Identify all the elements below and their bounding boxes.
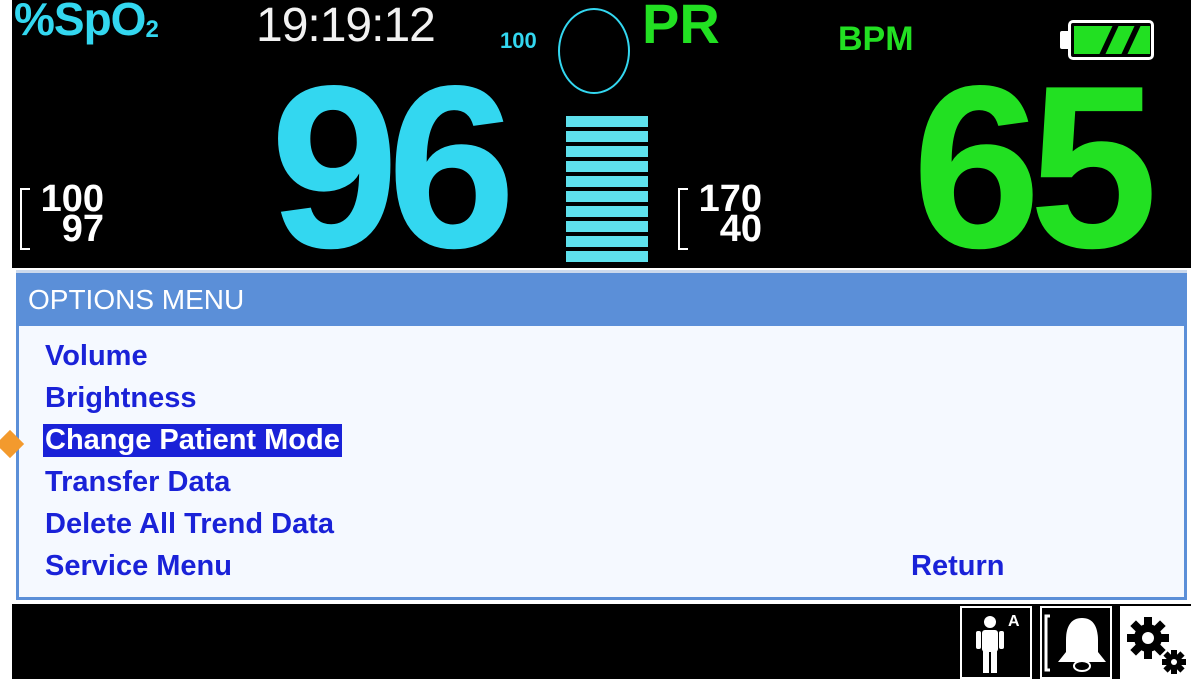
menu-item-change-patient-mode[interactable]: Change Patient Mode: [43, 424, 342, 457]
svg-text:A: A: [1008, 613, 1020, 630]
spo2-value: 96: [270, 38, 516, 297]
menu-header: OPTIONS MENU: [16, 270, 1187, 326]
pulse-bar-segment: [566, 236, 648, 247]
spo2-label: %SpO2: [14, 0, 159, 45]
pulse-bar-segment: [566, 146, 648, 157]
bpm-label: BPM: [838, 20, 914, 58]
pr-label: PR: [642, 0, 720, 55]
pleth-scale-label: 100: [500, 28, 537, 53]
options-menu: OPTIONS MENU Volume Brightness Change Pa…: [12, 268, 1191, 604]
alarm-bell-icon[interactable]: [1040, 606, 1112, 679]
pulse-amplitude-bar: [566, 116, 648, 268]
pulse-indicator-icon: [558, 8, 630, 94]
pulse-bar-segment: [566, 206, 648, 217]
menu-item-transfer-data[interactable]: Transfer Data: [43, 466, 232, 499]
return-button[interactable]: Return: [911, 552, 1004, 581]
pulse-bar-segment: [566, 176, 648, 187]
monitor-screen: %SpO2 19:19:12 100 PR BPM 96 65 100 97 1…: [12, 0, 1191, 679]
menu-body: Volume Brightness Change Patient Mode Tr…: [16, 326, 1187, 600]
spo2-alarm-limits: 100 97: [20, 180, 104, 250]
pulse-bar-segment: [566, 116, 648, 127]
status-bar: A: [12, 604, 1191, 679]
pulse-bar-segment: [566, 191, 648, 202]
limit-bracket-icon: [678, 188, 688, 250]
adult-patient-icon[interactable]: A: [960, 606, 1032, 679]
pulse-bar-segment: [566, 221, 648, 232]
menu-item-brightness[interactable]: Brightness: [43, 382, 198, 415]
limit-bracket-icon: [20, 188, 30, 250]
menu-item-service-menu[interactable]: Service Menu: [43, 550, 234, 583]
menu-item-delete-all-trend-data[interactable]: Delete All Trend Data: [43, 508, 336, 541]
gears-icon[interactable]: [1120, 606, 1191, 679]
pulse-rate-value: 65: [912, 38, 1158, 297]
pulse-bar-segment: [566, 161, 648, 172]
menu-title: OPTIONS MENU: [28, 284, 245, 315]
pr-alarm-limits: 170 40: [678, 180, 762, 250]
menu-item-volume[interactable]: Volume: [43, 340, 150, 373]
pulse-bar-segment: [566, 251, 648, 262]
pulse-bar-segment: [566, 131, 648, 142]
